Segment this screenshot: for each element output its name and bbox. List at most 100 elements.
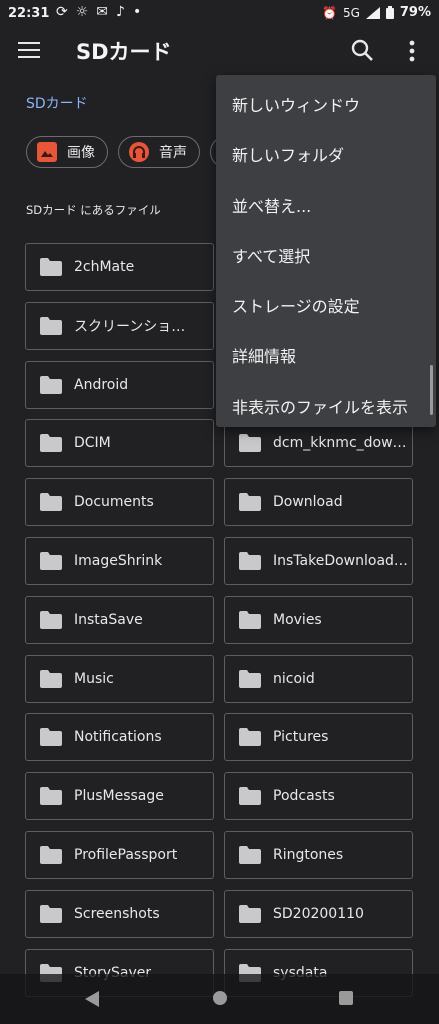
menu-item-sort[interactable]: 並べ替え... bbox=[232, 193, 311, 217]
back-icon[interactable] bbox=[84, 990, 100, 1008]
status-time: 22:31 bbox=[8, 6, 50, 21]
search-icon[interactable] bbox=[350, 38, 376, 64]
folder-name: 2chMate bbox=[74, 259, 135, 275]
folder-name: dcm_kknmc_dow… bbox=[273, 435, 407, 452]
menu-scrollbar[interactable] bbox=[430, 365, 433, 415]
folder-icon bbox=[40, 846, 62, 864]
folder-name: nicoid bbox=[273, 670, 315, 687]
folder-icon bbox=[239, 787, 261, 806]
menu-item-show-hidden[interactable]: 非表示のファイルを表示 bbox=[232, 394, 408, 418]
folder-icon bbox=[40, 434, 62, 453]
chip-label: 音声 bbox=[159, 145, 187, 161]
folder-icon bbox=[239, 728, 261, 747]
folder-item[interactable]: PlusMessage bbox=[25, 772, 214, 821]
folder-item[interactable]: スクリーンショ… bbox=[25, 301, 214, 350]
folder-icon bbox=[239, 552, 261, 570]
menu-item-select-all[interactable]: すべて選択 bbox=[232, 243, 310, 267]
folder-name: Music bbox=[74, 670, 114, 687]
menu-item-new-window[interactable]: 新しいウィンドウ bbox=[232, 92, 360, 116]
folder-item[interactable]: Movies bbox=[224, 595, 413, 644]
music-note-icon: ♪ bbox=[116, 4, 125, 20]
app-bar: SDカード bbox=[0, 30, 439, 72]
alarm-icon: ⏰ bbox=[321, 5, 337, 20]
battery-icon bbox=[385, 6, 394, 19]
folder-item[interactable]: nicoid bbox=[224, 654, 413, 703]
folder-item[interactable]: Pictures bbox=[224, 713, 413, 762]
folder-icon bbox=[40, 316, 62, 335]
folder-item[interactable]: Notifications bbox=[25, 713, 214, 762]
folder-name: ImageShrink bbox=[74, 553, 163, 569]
folder-icon bbox=[239, 846, 261, 864]
folder-item[interactable]: DCIM bbox=[25, 419, 214, 468]
folder-name: InsTakeDownload… bbox=[273, 553, 408, 569]
folder-item[interactable]: Documents bbox=[25, 478, 214, 527]
folder-item[interactable]: Android bbox=[25, 360, 214, 409]
sync-icon: ⟳ bbox=[56, 4, 68, 20]
system-icons: ⏰ 5G 79% bbox=[322, 5, 431, 20]
dot-icon: • bbox=[132, 4, 142, 20]
folder-item[interactable]: Ringtones bbox=[224, 831, 413, 879]
menu-item-storage-settings[interactable]: ストレージの設定 bbox=[232, 293, 360, 317]
folder-icon bbox=[40, 375, 62, 394]
folder-item[interactable]: Screenshots bbox=[25, 889, 214, 938]
folder-icon bbox=[40, 493, 62, 512]
folder-item[interactable]: Music bbox=[25, 654, 214, 703]
signal-icon bbox=[365, 6, 380, 19]
folder-icon bbox=[40, 728, 62, 747]
chip-label: 画像 bbox=[67, 145, 95, 161]
folder-name: Pictures bbox=[273, 729, 329, 746]
folder-name: SD20200110 bbox=[273, 905, 364, 922]
folder-icon bbox=[239, 493, 261, 512]
folder-icon bbox=[40, 904, 62, 923]
navigation-bar bbox=[0, 974, 439, 1024]
folder-item[interactable]: 2chMate bbox=[25, 243, 214, 291]
network-label: 5G bbox=[342, 5, 360, 20]
folder-icon bbox=[40, 552, 62, 570]
folder-name: Notifications bbox=[74, 729, 162, 746]
folder-name: InstaSave bbox=[74, 611, 143, 628]
menu-item-new-folder[interactable]: 新しいフォルダ bbox=[232, 142, 344, 166]
battery-level: 79% bbox=[399, 5, 431, 20]
image-icon bbox=[37, 142, 57, 162]
notification-icons: ⟳ ☼ ✉ ♪ • bbox=[56, 4, 141, 20]
bulb-icon: ☼ bbox=[75, 4, 89, 20]
folder-item[interactable]: SD20200110 bbox=[224, 889, 413, 938]
folder-icon bbox=[239, 434, 261, 453]
folder-name: PlusMessage bbox=[74, 788, 164, 805]
status-bar: 22:31 ⟳ ☼ ✉ ♪ • ⏰ 5G 79% bbox=[0, 0, 439, 30]
folder-name: ProfilePassport bbox=[74, 847, 178, 863]
folder-name: Podcasts bbox=[273, 788, 335, 805]
chip-images[interactable]: 画像 bbox=[26, 136, 108, 168]
menu-icon[interactable] bbox=[18, 42, 40, 60]
folder-item[interactable]: InsTakeDownload… bbox=[224, 537, 413, 585]
folder-icon bbox=[40, 258, 62, 276]
more-vert-icon[interactable] bbox=[402, 38, 422, 64]
folder-name: Ringtones bbox=[273, 847, 344, 863]
folder-name: スクリーンショ… bbox=[74, 318, 186, 335]
headphones-icon bbox=[129, 142, 149, 162]
folder-name: Android bbox=[74, 376, 129, 393]
folder-icon bbox=[40, 787, 62, 806]
folder-item[interactable]: ImageShrink bbox=[25, 537, 214, 585]
section-title: SDカード にあるファイル bbox=[26, 203, 161, 217]
menu-item-details[interactable]: 詳細情報 bbox=[232, 343, 296, 367]
folder-name: Movies bbox=[273, 611, 322, 628]
folder-item[interactable]: ProfilePassport bbox=[25, 831, 214, 879]
folder-item[interactable]: Podcasts bbox=[224, 772, 413, 821]
recents-icon[interactable] bbox=[338, 990, 354, 1006]
folder-icon bbox=[239, 669, 261, 688]
folder-item[interactable]: Download bbox=[224, 478, 413, 527]
page-title: SDカード bbox=[76, 40, 172, 64]
breadcrumb[interactable]: SDカード bbox=[26, 93, 88, 113]
overflow-menu: 新しいウィンドウ 新しいフォルダ 並べ替え... すべて選択 ストレージの設定 … bbox=[216, 75, 436, 427]
folder-name: DCIM bbox=[74, 435, 111, 452]
chip-audio[interactable]: 音声 bbox=[118, 136, 200, 168]
folder-name: Documents bbox=[74, 494, 154, 511]
folder-item[interactable]: InstaSave bbox=[25, 595, 214, 644]
folder-icon bbox=[239, 904, 261, 923]
folder-icon bbox=[40, 610, 62, 629]
home-icon[interactable] bbox=[212, 990, 228, 1006]
folder-name: Screenshots bbox=[74, 905, 160, 922]
folder-icon bbox=[239, 610, 261, 629]
mail-icon: ✉ bbox=[96, 4, 109, 20]
